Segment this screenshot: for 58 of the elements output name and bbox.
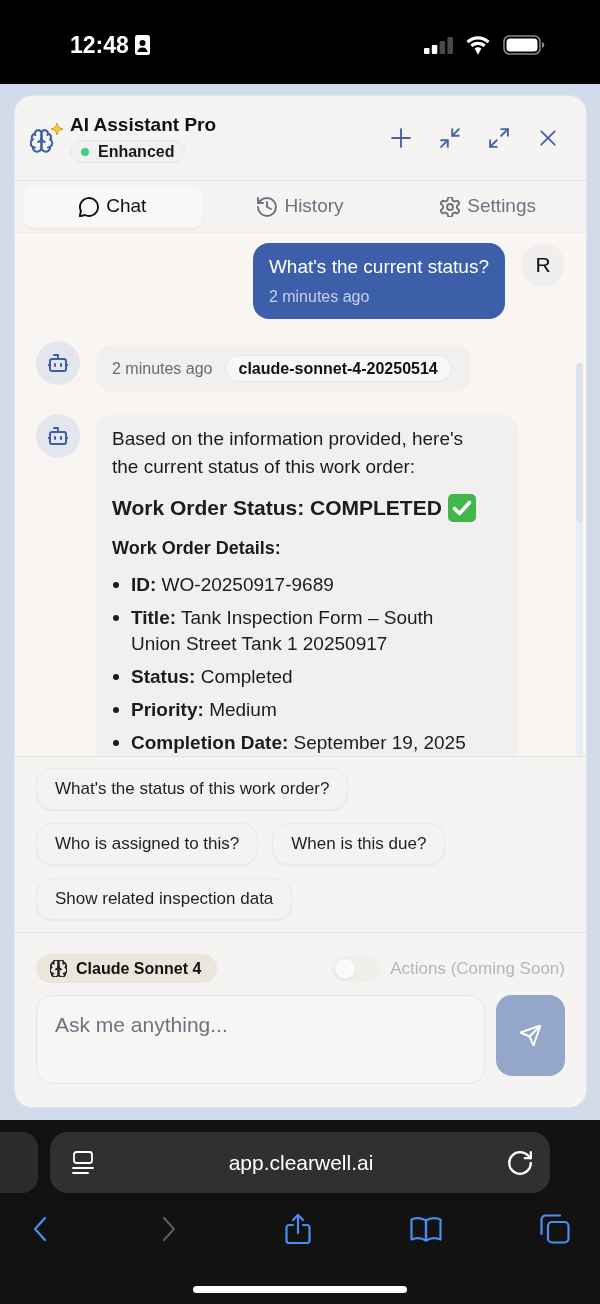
url-text[interactable]: app.clearwell.ai	[228, 1146, 374, 1179]
paper-plane-icon	[520, 1025, 541, 1046]
suggestion-chip[interactable]: Who is assigned to this?	[36, 823, 259, 865]
badge-label: Enhanced	[98, 143, 175, 160]
message-text: What's the current status?	[268, 255, 489, 279]
plus-icon[interactable]	[391, 128, 411, 148]
check-mark-icon	[447, 494, 476, 522]
minimize-icon[interactable]	[440, 128, 460, 148]
user-avatar: R	[521, 243, 565, 287]
message-time: 2 minutes ago	[268, 287, 371, 307]
tab[interactable]: History	[210, 185, 391, 228]
bullet-icon	[113, 740, 119, 746]
brain-icon	[50, 960, 67, 977]
assistant-title: AI Assistant Pro	[70, 113, 217, 137]
bullet-icon	[113, 707, 119, 713]
model-tag: claude-sonnet-4-20250514	[224, 355, 452, 382]
close-icon[interactable]	[538, 128, 558, 148]
bullet-icon	[113, 582, 119, 588]
chevron-left-icon[interactable]	[33, 1216, 47, 1242]
brain-sparkle-icon	[30, 122, 64, 154]
bullet-icon	[113, 674, 119, 680]
suggestion-chip[interactable]: When is this due?	[272, 823, 446, 865]
settings-icon	[440, 196, 461, 217]
bullet-icon	[113, 615, 119, 621]
message-input[interactable]: Ask me anything...	[36, 995, 485, 1084]
wifi-icon	[465, 35, 491, 55]
details-heading: Work Order Details:	[112, 537, 282, 560]
page-lines-icon[interactable]	[72, 1150, 94, 1175]
contact-card-icon	[134, 35, 150, 55]
model-name: Claude Sonnet 4	[76, 958, 202, 979]
book-icon[interactable]	[410, 1216, 443, 1242]
message-text: Based on the information provided, here's the current status of this work order:	[112, 427, 465, 479]
suggestion-chip[interactable]: Show related inspection data	[36, 878, 293, 920]
scrollbar-thumb[interactable]	[576, 363, 583, 522]
message-time: 2 minutes ago	[112, 358, 213, 379]
tab[interactable]: Settings	[398, 185, 578, 228]
clock-time: 12:48	[70, 33, 129, 57]
detail-item: Title: Tank Inspection Form – South Union Street Tank 1 20250917	[131, 606, 435, 656]
detail-item: Priority: Medium	[131, 698, 277, 722]
robot-avatar-icon	[36, 414, 80, 458]
tab[interactable]: Chat	[23, 185, 203, 228]
overlapping-squares-icon[interactable]	[540, 1214, 570, 1244]
share-icon[interactable]	[284, 1213, 311, 1245]
detail-item: Status: Completed	[131, 665, 293, 689]
signal-icon	[424, 36, 453, 54]
address-bar[interactable]: app.clearwell.ai	[50, 1132, 550, 1193]
history-icon	[257, 196, 278, 217]
detail-item: ID: WO-20250917-9689	[131, 573, 334, 597]
reload-icon[interactable]	[508, 1150, 532, 1175]
suggestion-chip[interactable]: What's the status of this work order?	[36, 768, 349, 810]
scrollbar-track[interactable]	[576, 363, 583, 756]
maximize-icon[interactable]	[489, 128, 509, 148]
actions-label: Actions (Coming Soon)	[390, 957, 565, 980]
detail-item: Completion Date: September 19, 2025	[131, 731, 466, 755]
battery-icon	[503, 35, 545, 55]
status-heading: Work Order Status: COMPLETED	[112, 495, 442, 521]
robot-avatar-icon	[36, 341, 80, 385]
speech-bubble-icon	[79, 196, 100, 217]
